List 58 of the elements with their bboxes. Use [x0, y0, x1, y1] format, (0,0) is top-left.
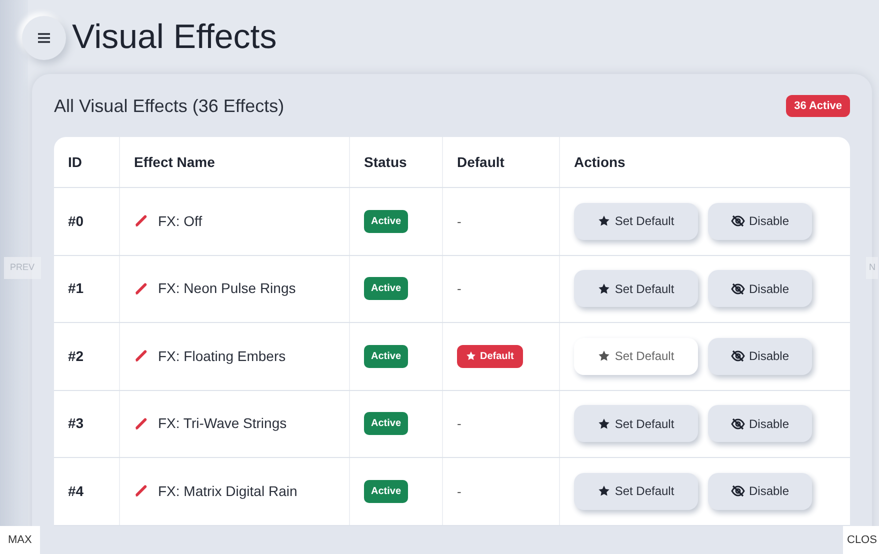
pencil-icon [134, 282, 148, 296]
effect-id: #1 [68, 279, 84, 298]
pencil-icon [134, 416, 148, 431]
set-default-button[interactable]: Set Default [574, 405, 698, 442]
no-default-dash: - [457, 212, 462, 230]
menu-icon [37, 32, 51, 44]
star-icon [598, 282, 610, 295]
effect-name: FX: Floating Embers [158, 346, 286, 366]
maximize-button[interactable]: MAX [0, 526, 40, 554]
star-icon [598, 215, 610, 228]
close-button[interactable]: CLOS [843, 526, 879, 554]
eye-slash-icon [730, 282, 745, 295]
column-header: Default [457, 152, 504, 172]
set-default-button[interactable]: Set Default [574, 338, 698, 375]
disable-button[interactable]: Disable [708, 338, 812, 375]
status-badge: Active [364, 277, 408, 300]
no-default-dash: - [457, 482, 462, 500]
card-title: All Visual Effects (36 Effects) [54, 94, 284, 118]
pencil-icon [134, 484, 148, 498]
eye-slash-icon [730, 485, 745, 498]
default-badge: Default [457, 344, 523, 368]
star-icon [598, 350, 610, 362]
effect-id: #2 [68, 346, 84, 366]
pencil-icon [134, 214, 148, 228]
status-badge: Active [364, 344, 408, 368]
disable-button[interactable]: Disable [708, 202, 812, 240]
status-badge: Active [364, 210, 408, 233]
column-header: ID [68, 152, 82, 172]
effect-id: #0 [68, 212, 84, 231]
disable-button[interactable]: Disable [708, 472, 812, 510]
set-default-button[interactable]: Set Default [574, 270, 698, 308]
star-icon [466, 351, 476, 362]
effect-name: FX: Neon Pulse Rings [158, 279, 296, 298]
status-badge: Active [364, 480, 408, 503]
active-count-badge: 36 Active [786, 94, 850, 118]
set-default-button[interactable]: Set Default [574, 202, 698, 240]
column-header: Status [364, 152, 407, 172]
set-default-button[interactable]: Set Default [574, 472, 698, 510]
page-title: Visual Effects [72, 20, 277, 54]
no-default-dash: - [457, 280, 462, 298]
eye-slash-icon [730, 215, 745, 228]
effect-id: #4 [68, 482, 84, 501]
no-default-dash: - [457, 415, 462, 433]
star-icon [598, 485, 610, 498]
menu-button[interactable] [22, 16, 66, 60]
pencil-icon [134, 349, 148, 364]
disable-button[interactable]: Disable [708, 405, 812, 442]
effect-id: #3 [68, 414, 84, 434]
star-icon [598, 418, 610, 430]
eye-slash-icon [730, 350, 745, 362]
eye-slash-icon [730, 418, 745, 430]
column-header: Actions [574, 152, 626, 172]
effect-name: FX: Tri-Wave Strings [158, 414, 287, 434]
column-header: Effect Name [134, 152, 215, 172]
disable-button[interactable]: Disable [708, 270, 812, 308]
status-badge: Active [364, 412, 408, 436]
effect-name: FX: Matrix Digital Rain [158, 482, 298, 501]
effect-name: FX: Off [158, 212, 202, 231]
